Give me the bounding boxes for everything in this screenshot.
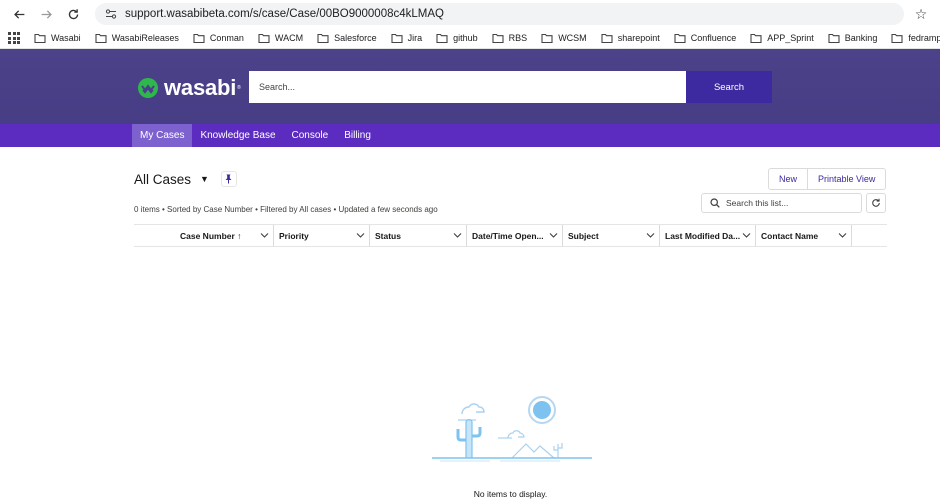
folder-icon xyxy=(828,33,840,43)
refresh-icon[interactable] xyxy=(866,193,886,213)
reload-icon[interactable] xyxy=(62,3,84,25)
list-view-title[interactable]: All Cases xyxy=(134,172,191,187)
table-header: Case Number ↑ Priority Status Date/Time … xyxy=(134,224,887,247)
folder-icon xyxy=(317,33,329,43)
column-date-time-opened[interactable]: Date/Time Open... xyxy=(466,225,562,246)
new-button[interactable]: New xyxy=(769,169,807,189)
address-bar[interactable]: support.wasabibeta.com/s/case/Case/00BO9… xyxy=(95,3,904,25)
bookmark-conman[interactable]: Conman xyxy=(193,33,244,43)
bookmark-banking[interactable]: Banking xyxy=(828,33,877,43)
column-contact-name[interactable]: Contact Name xyxy=(755,225,851,246)
list-view-meta: 0 items • Sorted by Case Number • Filter… xyxy=(134,205,438,214)
chevron-down-icon[interactable] xyxy=(838,231,847,240)
bookmark-github[interactable]: github xyxy=(436,33,478,43)
bookmark-wcsm[interactable]: WCSM xyxy=(541,33,587,43)
pin-icon[interactable] xyxy=(220,171,237,187)
tab-billing[interactable]: Billing xyxy=(336,124,379,147)
search-icon xyxy=(710,198,720,208)
list-search-placeholder: Search this list... xyxy=(726,198,789,208)
site-header: wasabi ® Search... Search xyxy=(0,49,940,124)
folder-icon xyxy=(750,33,762,43)
search-button[interactable]: Search xyxy=(686,71,772,103)
folder-icon xyxy=(674,33,686,43)
chevron-down-icon[interactable] xyxy=(742,231,751,240)
bookmark-fedramp[interactable]: fedramp xyxy=(891,33,940,43)
folder-icon xyxy=(492,33,504,43)
wasabi-logo[interactable]: wasabi ® xyxy=(137,75,241,101)
folder-icon xyxy=(436,33,448,43)
column-last-modified[interactable]: Last Modified Da... xyxy=(659,225,755,246)
chevron-down-icon[interactable] xyxy=(646,231,655,240)
empty-state-message: No items to display. xyxy=(473,489,548,499)
bookmark-wacm[interactable]: WACM xyxy=(258,33,303,43)
bookmark-confluence[interactable]: Confluence xyxy=(674,33,736,43)
folder-icon xyxy=(193,33,205,43)
folder-icon xyxy=(95,33,107,43)
chevron-down-icon[interactable] xyxy=(549,231,558,240)
folder-icon xyxy=(34,33,46,43)
bookmark-rbs[interactable]: RBS xyxy=(492,33,527,43)
folder-icon xyxy=(391,33,403,43)
list-actions: New Printable View xyxy=(768,168,887,190)
column-status[interactable]: Status xyxy=(369,225,466,246)
bookmark-jira[interactable]: Jira xyxy=(391,33,422,43)
back-icon[interactable] xyxy=(8,3,30,25)
chevron-down-icon[interactable] xyxy=(260,231,269,240)
folder-icon xyxy=(258,33,270,43)
bookmark-app-sprint[interactable]: APP_Sprint xyxy=(750,33,814,43)
site-settings-icon[interactable] xyxy=(105,9,117,19)
main-nav: My Cases Knowledge Base Console Billing xyxy=(0,124,940,147)
apps-grid-icon[interactable] xyxy=(8,31,20,45)
bookmark-wasabireleases[interactable]: WasabiReleases xyxy=(95,33,179,43)
forward-icon[interactable] xyxy=(35,3,57,25)
search-placeholder: Search... xyxy=(259,82,296,92)
list-view-header: All Cases ▼ xyxy=(134,171,237,187)
bookmarks-bar: Wasabi WasabiReleases Conman WACM Salesforce… xyxy=(0,28,940,49)
folder-icon xyxy=(541,33,553,43)
bookmark-sharepoint[interactable]: sharepoint xyxy=(601,33,660,43)
bookmark-star-icon[interactable]: ☆ xyxy=(910,6,932,23)
column-subject[interactable]: Subject xyxy=(562,225,659,246)
bookmark-wasabi[interactable]: Wasabi xyxy=(34,33,81,43)
logo-text: wasabi xyxy=(164,75,237,100)
folder-icon xyxy=(601,33,613,43)
tab-knowledge-base[interactable]: Knowledge Base xyxy=(192,124,283,147)
browser-toolbar: support.wasabibeta.com/s/case/Case/00BO9… xyxy=(0,0,940,28)
bookmark-salesforce[interactable]: Salesforce xyxy=(317,33,377,43)
wasabi-logo-icon xyxy=(138,78,158,98)
column-priority[interactable]: Priority xyxy=(273,225,369,246)
folder-icon xyxy=(891,33,903,43)
list-search-input[interactable]: Search this list... xyxy=(701,193,862,213)
column-case-number[interactable]: Case Number ↑ xyxy=(174,225,273,246)
chevron-down-icon[interactable] xyxy=(356,231,365,240)
url-text: support.wasabibeta.com/s/case/Case/00BO9… xyxy=(125,8,444,20)
list-view-dropdown-icon[interactable]: ▼ xyxy=(200,174,209,184)
tab-console[interactable]: Console xyxy=(284,124,337,147)
site-search-input[interactable]: Search... xyxy=(249,71,686,103)
printable-view-button[interactable]: Printable View xyxy=(807,169,885,189)
tab-my-cases[interactable]: My Cases xyxy=(132,124,193,147)
chevron-down-icon[interactable] xyxy=(453,231,462,240)
empty-state-illustration xyxy=(432,396,592,462)
